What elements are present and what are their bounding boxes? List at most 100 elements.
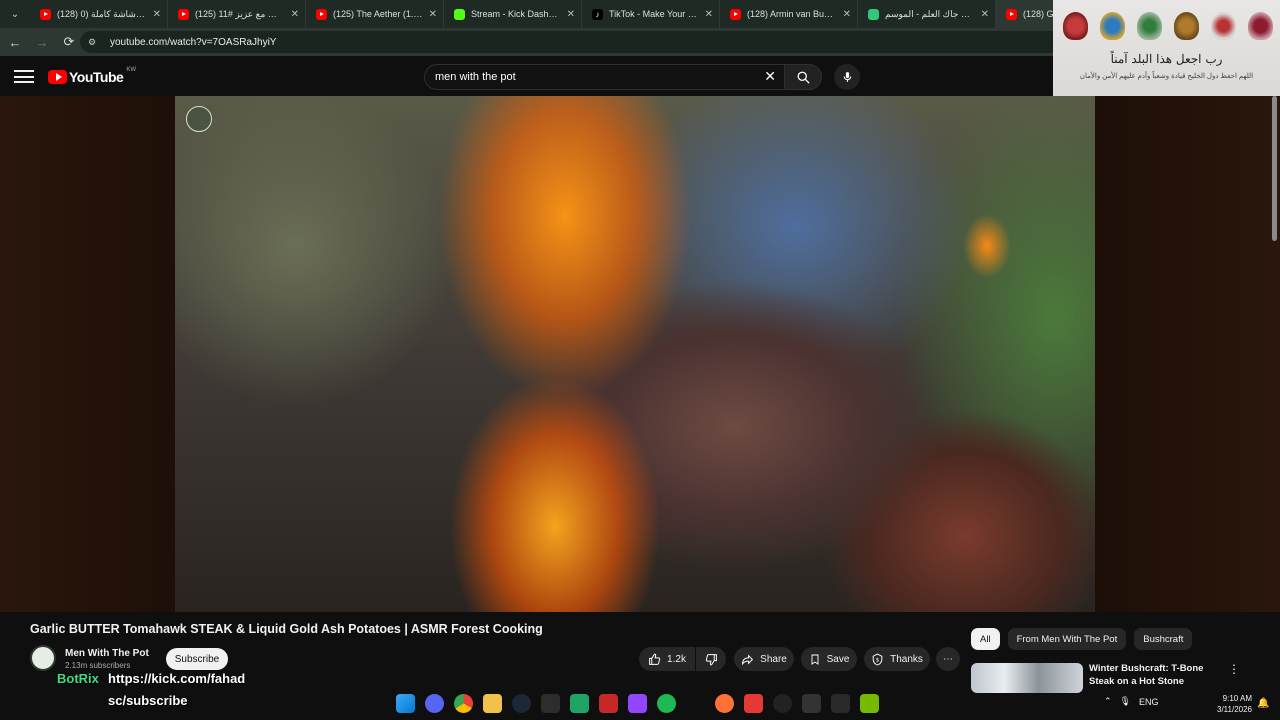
thanks-button[interactable]: $ Thanks bbox=[864, 647, 930, 671]
steam-icon[interactable] bbox=[512, 694, 531, 713]
overlay-subcaption: اللهم احفظ دول الخليج قيادة وشعباً وأدم … bbox=[1079, 73, 1254, 80]
chip-bushcraft[interactable]: Bushcraft bbox=[1134, 628, 1193, 650]
browser-tab[interactable]: شاهد جاك العلم - الموسم ✕ bbox=[858, 0, 996, 28]
more-actions-button[interactable]: ⋯ bbox=[936, 647, 960, 671]
overlay-caption: رب اجعل هذا البلد آمناً bbox=[1110, 52, 1223, 66]
search-button[interactable] bbox=[784, 64, 822, 90]
search-query: men with the pot bbox=[435, 71, 516, 83]
tab-title: Stream - Kick Dashboard bbox=[471, 9, 561, 19]
channel-name[interactable]: Men With The Pot bbox=[65, 648, 149, 659]
thumbs-down-icon bbox=[705, 653, 717, 665]
svg-text:$: $ bbox=[876, 657, 879, 663]
gcc-emblems-overlay: رب اجعل هذا البلد آمناً اللهم احفظ دول ا… bbox=[1053, 0, 1280, 108]
discord-icon[interactable] bbox=[425, 694, 444, 713]
channel-avatar[interactable] bbox=[30, 645, 56, 671]
back-arrow-icon[interactable]: ← bbox=[3, 30, 27, 54]
streaming-app-icon[interactable] bbox=[628, 694, 647, 713]
youtube-icon bbox=[40, 8, 51, 20]
file-explorer-icon[interactable] bbox=[483, 694, 502, 713]
recorder-icon[interactable] bbox=[744, 694, 763, 713]
youtube-play-icon bbox=[48, 70, 67, 84]
browser-tab[interactable]: (125) The Aether (1.20.1) ✕ bbox=[306, 0, 444, 28]
system-tray: ⌃ 🎙 ENG bbox=[1104, 696, 1159, 707]
reload-icon[interactable]: ⟳ bbox=[57, 30, 81, 54]
github-icon[interactable] bbox=[773, 694, 792, 713]
emblem-icon bbox=[1137, 12, 1162, 40]
capcut-icon[interactable] bbox=[802, 694, 821, 713]
channel-watermark-icon[interactable] bbox=[186, 106, 212, 132]
share-label: Share bbox=[760, 653, 787, 665]
clock-date: 3/11/2026 bbox=[1217, 705, 1252, 714]
microphone-tray-icon[interactable]: 🎙 bbox=[1120, 696, 1131, 707]
youtube-icon bbox=[730, 8, 741, 20]
close-tab-icon[interactable]: ✕ bbox=[981, 9, 989, 20]
thanks-label: Thanks bbox=[890, 653, 923, 665]
close-tab-icon[interactable]: ✕ bbox=[153, 9, 161, 20]
browser-tab[interactable]: ♪ TikTok - Make Your Day ✕ bbox=[582, 0, 720, 28]
video-player[interactable] bbox=[175, 96, 1095, 612]
youtube-logo[interactable]: YouTube KW bbox=[48, 67, 136, 85]
taskbar-apps bbox=[396, 694, 879, 713]
clear-search-icon[interactable]: ✕ bbox=[764, 68, 776, 85]
more-vertical-icon[interactable]: ⋮ bbox=[1228, 662, 1240, 676]
recommended-video-title[interactable]: Winter Bushcraft: T-Bone Steak on a Hot … bbox=[1089, 662, 1229, 688]
video-title: Garlic BUTTER Tomahawk STEAK & Liquid Go… bbox=[30, 622, 543, 636]
site-info-icon[interactable]: ⚙ bbox=[88, 37, 100, 47]
forward-arrow-icon[interactable]: → bbox=[30, 30, 54, 54]
chrome-icon[interactable] bbox=[454, 694, 473, 713]
youtube-icon bbox=[178, 8, 189, 20]
close-tab-icon[interactable]: ✕ bbox=[291, 9, 299, 20]
close-tab-icon[interactable]: ✕ bbox=[705, 9, 713, 20]
firefox-icon[interactable] bbox=[715, 694, 734, 713]
close-tab-icon[interactable]: ✕ bbox=[567, 9, 575, 20]
thumbs-up-icon bbox=[649, 653, 661, 665]
logo-wordmark: YouTube bbox=[69, 69, 124, 85]
bookmark-icon bbox=[811, 654, 819, 665]
youtube-masthead: YouTube KW men with the pot ✕ bbox=[0, 56, 1053, 96]
close-tab-icon[interactable]: ✕ bbox=[429, 9, 437, 20]
chip-all[interactable]: All bbox=[971, 628, 1000, 650]
browser-tab[interactable]: Stream - Kick Dashboard ✕ bbox=[444, 0, 582, 28]
browser-tab[interactable]: (128) البرت شاشة كاملة (0 ✕ bbox=[30, 0, 168, 28]
emblem-icon bbox=[1100, 12, 1125, 40]
super-thanks-icon: $ bbox=[872, 653, 883, 665]
like-count: 1.2k bbox=[667, 653, 686, 665]
taskbar-app-icon[interactable] bbox=[686, 694, 705, 713]
tab-title: (128) البرت شاشة كاملة (0 bbox=[57, 8, 147, 19]
close-tab-icon[interactable]: ✕ bbox=[843, 9, 851, 20]
emblem-icon bbox=[1211, 12, 1236, 40]
chevron-up-icon[interactable]: ⌃ bbox=[1104, 696, 1112, 707]
emblem-icon bbox=[1174, 12, 1199, 40]
language-indicator[interactable]: ENG bbox=[1139, 697, 1159, 707]
windows-start-icon[interactable] bbox=[396, 694, 415, 713]
like-button[interactable]: 1.2k bbox=[639, 647, 695, 671]
youtube-icon bbox=[1006, 8, 1017, 20]
dislike-button[interactable] bbox=[696, 647, 726, 671]
xbox-icon[interactable] bbox=[541, 694, 560, 713]
chip-from-channel[interactable]: From Men With The Pot bbox=[1007, 628, 1127, 650]
epic-games-icon[interactable] bbox=[831, 694, 850, 713]
notification-bell-icon[interactable]: 🔔 bbox=[1257, 698, 1269, 709]
spotify-icon[interactable] bbox=[657, 694, 676, 713]
tab-title: TikTok - Make Your Day bbox=[609, 9, 699, 19]
sheet-icon bbox=[868, 8, 879, 20]
nvidia-icon[interactable] bbox=[860, 694, 879, 713]
save-button[interactable]: Save bbox=[801, 647, 857, 671]
tab-title: (125) حروف مع عزيز #11 bbox=[195, 8, 285, 19]
address-bar[interactable]: ⚙ youtube.com/watch?v=7OASRaJhyiY bbox=[80, 31, 1080, 53]
system-clock[interactable]: 9:10 AM 3/11/2026 bbox=[1210, 693, 1252, 715]
page-scrollbar[interactable] bbox=[1272, 96, 1277, 241]
save-label: Save bbox=[826, 653, 850, 665]
menu-icon[interactable] bbox=[14, 70, 34, 83]
acrobat-icon[interactable] bbox=[599, 694, 618, 713]
share-button[interactable]: Share bbox=[734, 647, 794, 671]
tab-search-chevron-icon[interactable]: ⌄ bbox=[4, 3, 26, 25]
search-input[interactable]: men with the pot ✕ bbox=[424, 64, 784, 90]
microphone-icon bbox=[843, 72, 851, 82]
spreadsheet-icon[interactable] bbox=[570, 694, 589, 713]
browser-tab[interactable]: (128) Armin van Buuren - ✕ bbox=[720, 0, 858, 28]
voice-search-button[interactable] bbox=[834, 64, 860, 90]
browser-tab[interactable]: (125) حروف مع عزيز #11 ✕ bbox=[168, 0, 306, 28]
subscribe-button[interactable]: Subscribe bbox=[166, 648, 228, 670]
subscriber-count: 2.13m subscribers bbox=[65, 661, 131, 670]
